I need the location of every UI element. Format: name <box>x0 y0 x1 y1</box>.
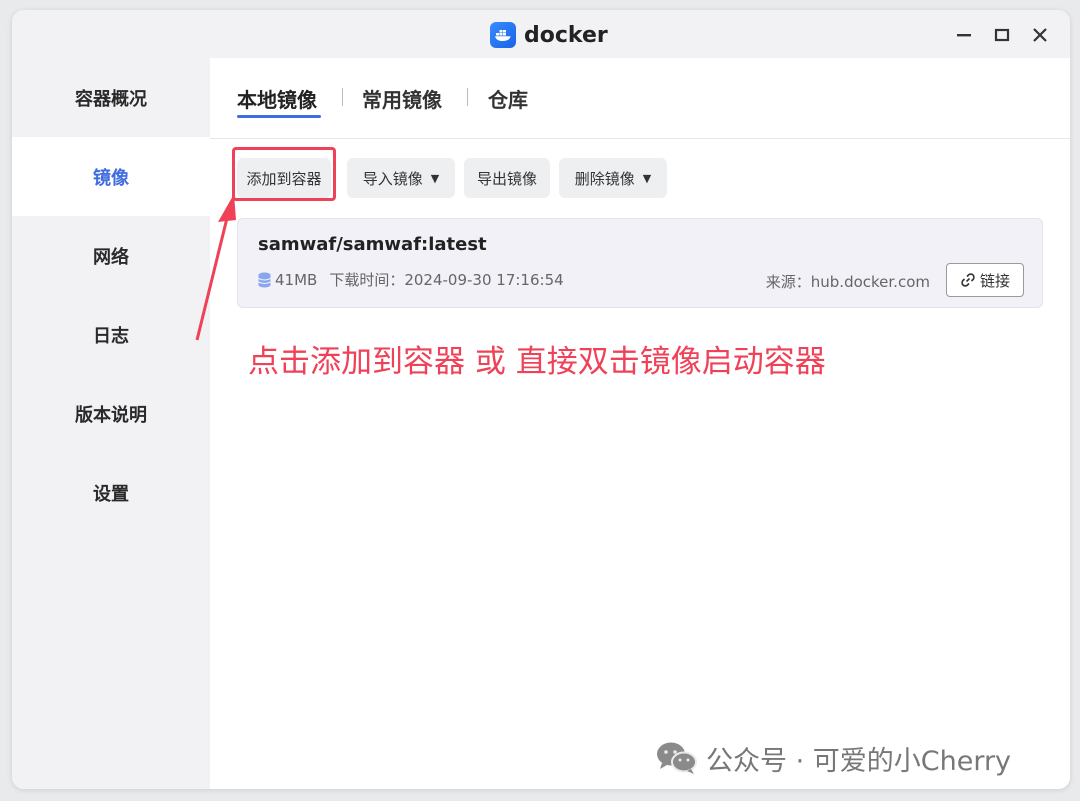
add-to-container-button[interactable]: 添加到容器 <box>237 158 331 198</box>
docker-whale-icon <box>490 22 516 48</box>
tab-divider <box>467 88 468 106</box>
tab-registry[interactable]: 仓库 <box>488 84 528 113</box>
download-time-label: 下载时间： <box>329 271 405 289</box>
minimize-icon[interactable] <box>948 22 980 48</box>
sidebar-item-release-notes[interactable]: 版本说明 <box>12 374 210 453</box>
image-toolbar: 添加到容器 导入镜像 ▼ 导出镜像 删除镜像 ▼ <box>210 158 1070 198</box>
sidebar-item-network[interactable]: 网络 <box>12 216 210 295</box>
delete-image-button[interactable]: 删除镜像 ▼ <box>559 158 667 198</box>
download-time: 2024-09-30 17:16:54 <box>404 270 564 289</box>
delete-image-label: 删除镜像 <box>574 169 635 188</box>
image-card[interactable]: samwaf/samwaf:latest 41MB 下载时间： 2024-09-… <box>237 218 1043 308</box>
link-button[interactable]: 链接 <box>946 263 1024 297</box>
sidebar-item-logs[interactable]: 日志 <box>12 295 210 374</box>
export-image-button[interactable]: 导出镜像 <box>464 158 550 198</box>
export-image-label: 导出镜像 <box>476 169 537 188</box>
sidebar-item-images[interactable]: 镜像 <box>12 137 210 216</box>
tab-bar: 本地镜像 常用镜像 仓库 <box>210 58 1070 139</box>
watermark-text: 公众号 · 可爱的小Cherry <box>706 745 1012 777</box>
caret-down-icon: ▼ <box>430 171 440 185</box>
watermark: 公众号 · 可爱的小Cherry <box>656 738 1011 778</box>
import-image-button[interactable]: 导入镜像 ▼ <box>347 158 455 198</box>
app-name: docker <box>524 22 608 48</box>
title-bar: docker <box>12 10 1070 58</box>
tab-common-images[interactable]: 常用镜像 <box>362 84 442 113</box>
database-icon <box>258 272 271 287</box>
window-controls <box>948 22 1056 48</box>
sidebar-item-overview[interactable]: 容器概况 <box>12 58 210 137</box>
add-to-container-label: 添加到容器 <box>246 169 322 188</box>
link-icon <box>961 273 975 287</box>
image-size: 41MB <box>275 270 318 289</box>
docker-window: docker 容器概况 镜像 网络 日志 版本说明 设置 本地镜像 常用镜像 仓… <box>12 10 1070 789</box>
source-label: 来源： <box>765 273 811 291</box>
sidebar: 容器概况 镜像 网络 日志 版本说明 设置 <box>12 58 210 789</box>
source-value: hub.docker.com <box>810 273 930 291</box>
app-title-group: docker <box>490 20 608 50</box>
image-source: 来源：hub.docker.com <box>766 271 930 292</box>
close-icon[interactable] <box>1024 22 1056 48</box>
sidebar-item-settings[interactable]: 设置 <box>12 453 210 532</box>
tab-local-images[interactable]: 本地镜像 <box>237 84 317 113</box>
active-tab-indicator <box>237 115 321 118</box>
tab-divider <box>342 88 343 106</box>
main-content: 本地镜像 常用镜像 仓库 添加到容器 导入镜像 ▼ 导出镜像 删除镜像 ▼ sa… <box>195 58 1070 789</box>
caret-down-icon: ▼ <box>642 171 652 185</box>
wechat-icon <box>657 742 697 774</box>
annotation-text: 点击添加到容器 或 直接双击镜像启动容器 <box>248 344 826 380</box>
maximize-icon[interactable] <box>986 22 1018 48</box>
image-name: samwaf/samwaf:latest <box>258 234 487 255</box>
image-meta: 41MB 下载时间： 2024-09-30 17:16:54 <box>258 269 564 290</box>
link-label: 链接 <box>979 271 1010 290</box>
import-image-label: 导入镜像 <box>362 169 423 188</box>
